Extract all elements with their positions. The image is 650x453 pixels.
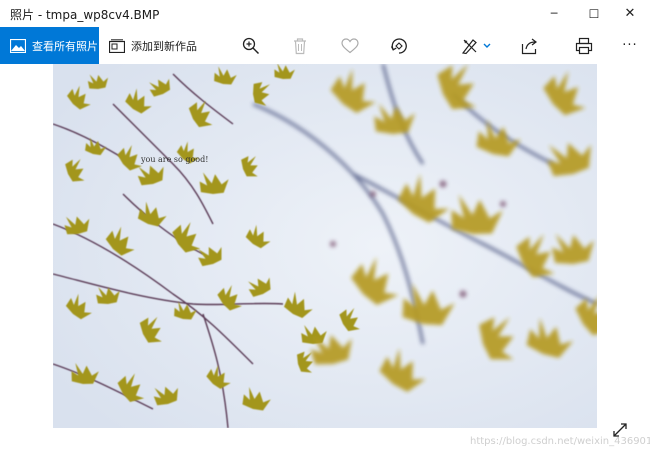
add-to-creation-icon (109, 38, 125, 53)
maximize-icon: ☐ (588, 6, 600, 21)
more-icon: ··· (622, 38, 638, 53)
view-all-photos-button[interactable]: 查看所有照片 (0, 27, 99, 64)
favorite-button[interactable] (332, 27, 368, 64)
heart-icon (341, 37, 359, 53)
rotate-icon (390, 37, 407, 54)
watermark-text: https://blog.csdn.net/weixin_43690197 (470, 436, 650, 447)
close-icon: ✕ (624, 6, 636, 21)
edit-draw-icon (461, 38, 491, 54)
image-canvas: you are so good! (0, 64, 650, 453)
toolbar: 查看所有照片 添加到新作品 ··· (0, 27, 650, 64)
maximize-button[interactable]: ☐ (574, 0, 614, 27)
print-icon (575, 37, 593, 54)
title-bar: 照片 - tmpa_wp8cv4.BMP ─ ☐ ✕ (0, 0, 650, 28)
sky-background (53, 64, 597, 428)
zoom-button[interactable] (233, 27, 269, 64)
delete-button[interactable] (282, 27, 318, 64)
view-all-photos-label: 查看所有照片 (32, 39, 98, 53)
close-button[interactable]: ✕ (610, 0, 650, 27)
add-to-new-creation-button[interactable]: 添加到新作品 (109, 27, 197, 64)
more-options-button[interactable]: ··· (612, 27, 648, 64)
zoom-in-icon (242, 37, 260, 54)
rotate-button[interactable] (381, 27, 417, 64)
window-title: 照片 - tmpa_wp8cv4.BMP (10, 8, 160, 22)
share-button[interactable] (512, 27, 548, 64)
photo-overlay-text: you are so good! (140, 155, 208, 164)
minimize-icon: ─ (550, 7, 558, 20)
displayed-photo[interactable]: you are so good! (53, 64, 597, 428)
minimize-button[interactable]: ─ (534, 0, 574, 27)
photos-icon (10, 38, 26, 53)
print-button[interactable] (566, 27, 602, 64)
share-icon (521, 38, 537, 54)
delete-icon (294, 37, 306, 54)
edit-and-create-button[interactable] (455, 27, 497, 64)
add-to-new-creation-label: 添加到新作品 (131, 39, 197, 53)
